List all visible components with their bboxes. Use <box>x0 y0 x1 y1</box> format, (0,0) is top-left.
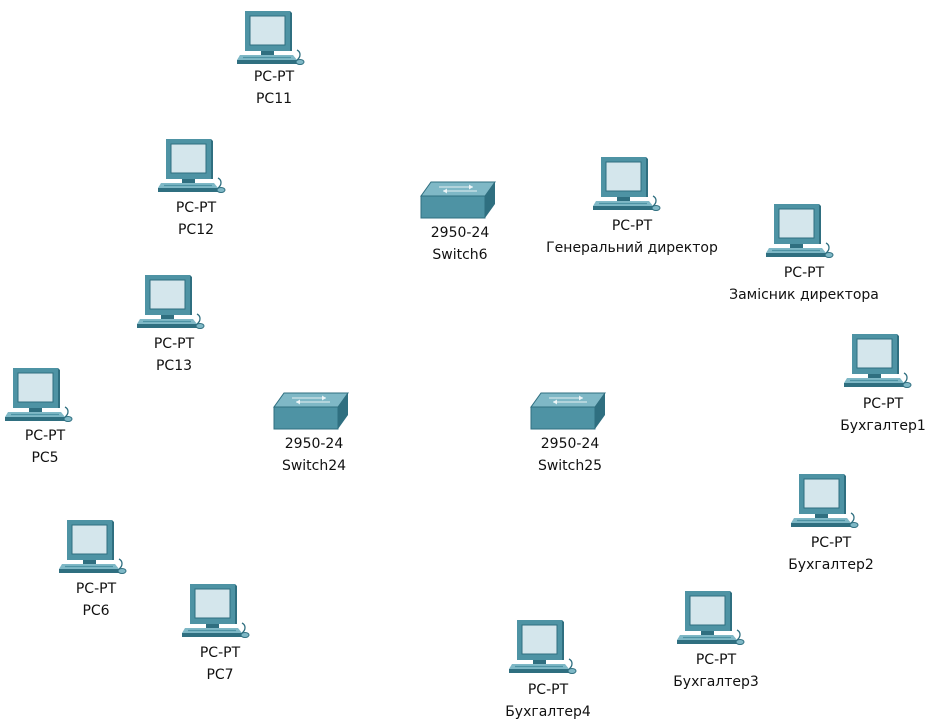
device-name-label: PC5 <box>31 450 59 466</box>
device-name-label: Бухгалтер1 <box>840 418 926 434</box>
device-model-label: PC-PT <box>527 682 569 698</box>
device-name-label: Switch25 <box>537 458 603 474</box>
device-name-label: Бухгалтер3 <box>673 674 759 690</box>
pc-icon <box>59 520 127 574</box>
device-model-label: PC-PT <box>24 428 66 444</box>
device-name-label: Генеральний директор <box>546 240 718 256</box>
pc-icon <box>182 584 250 638</box>
device-model-label: PC-PT <box>253 69 295 85</box>
device-model-label: PC-PT <box>199 645 241 661</box>
device-model-label: PC-PT <box>75 581 117 597</box>
pc-icon <box>237 11 305 65</box>
device-model-label: PC-PT <box>153 336 195 352</box>
device-name-label: Бухгалтер2 <box>788 557 874 573</box>
device-model-label: 2950-24 <box>430 225 490 241</box>
device-name-label: PC6 <box>82 603 110 619</box>
logical-workspace[interactable]: PC-PT PC11 PC-PT PC12 PC-PT PC13 PC-PT P… <box>0 0 937 722</box>
pc-icon <box>509 620 577 674</box>
device-model-label: PC-PT <box>783 265 825 281</box>
pc-icon <box>5 368 73 422</box>
device-name-label: Замісник директора <box>729 287 879 303</box>
pc-icon <box>158 139 226 193</box>
device-model-label: PC-PT <box>862 396 904 412</box>
switch-icon <box>530 392 606 430</box>
device-model-label: 2950-24 <box>540 436 600 452</box>
pc-icon <box>791 474 859 528</box>
switch-icon <box>273 392 349 430</box>
device-name-label: PC12 <box>177 222 215 238</box>
device-name-label: Switch24 <box>281 458 347 474</box>
device-model-label: PC-PT <box>695 652 737 668</box>
device-model-label: PC-PT <box>810 535 852 551</box>
device-name-label: PC13 <box>155 358 193 374</box>
switch-icon <box>420 181 496 219</box>
pc-icon <box>137 275 205 329</box>
device-name-label: Switch6 <box>432 247 488 263</box>
device-model-label: PC-PT <box>611 218 653 234</box>
device-model-label: 2950-24 <box>284 436 344 452</box>
device-model-label: PC-PT <box>175 200 217 216</box>
device-name-label: PC11 <box>255 91 293 107</box>
pc-icon <box>593 157 661 211</box>
device-name-label: Бухгалтер4 <box>505 704 591 720</box>
device-name-label: PC7 <box>206 667 234 683</box>
pc-icon <box>844 334 912 388</box>
pc-icon <box>677 591 745 645</box>
pc-icon <box>766 204 834 258</box>
